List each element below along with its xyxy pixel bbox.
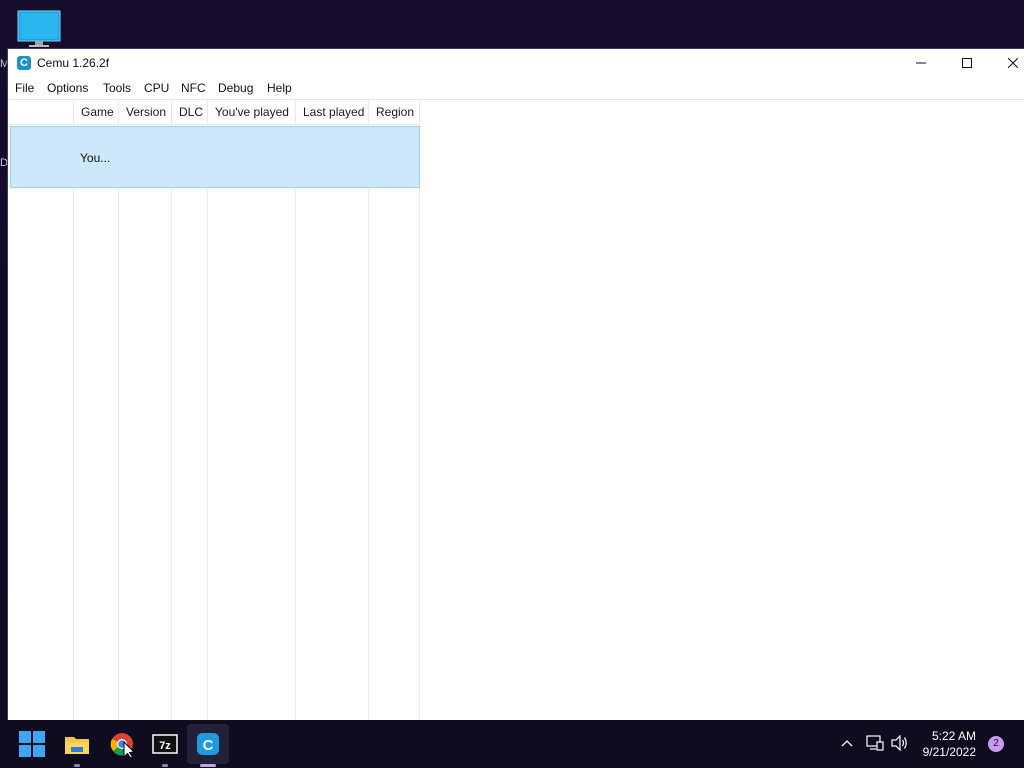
desktop-edge-text: M: [0, 58, 8, 70]
maximize-button[interactable]: [944, 49, 990, 77]
column-divider: [207, 124, 208, 720]
clock-time: 5:22 AM: [931, 729, 976, 743]
network-icon[interactable]: [866, 734, 884, 752]
menu-tools[interactable]: Tools: [103, 81, 131, 95]
game-title-cell: You...: [80, 151, 111, 165]
7zip-icon[interactable]: 7z: [151, 730, 179, 758]
cemu-app-icon: C: [17, 56, 31, 70]
maximize-icon: [962, 58, 972, 68]
column-header-region[interactable]: Region: [369, 100, 420, 124]
notification-badge[interactable]: 2: [988, 736, 1004, 752]
column-divider: [419, 124, 420, 720]
taskbar: 7z C 5:22 AM 9/21/2022: [0, 720, 1024, 768]
column-header-game[interactable]: Game: [74, 100, 119, 124]
column-header-version[interactable]: Version: [119, 100, 172, 124]
cemu-window: C Cemu 1.26.2f File Options Tools CPU NF…: [8, 49, 1024, 720]
game-row-selected[interactable]: You...: [10, 126, 420, 188]
desktop-edge-text-2: D: [0, 157, 8, 169]
column-header-icon[interactable]: [10, 100, 74, 124]
file-explorer-running-indicator: [74, 764, 80, 767]
column-header-last-played[interactable]: Last played: [296, 100, 369, 124]
column-divider: [368, 124, 369, 720]
menu-bar: File Options Tools CPU NFC Debug Help: [8, 77, 1024, 100]
close-button[interactable]: [990, 49, 1024, 77]
game-list-header: Game Version DLC You've played Last play…: [10, 100, 420, 125]
start-icon[interactable]: [19, 731, 45, 757]
column-divider: [171, 124, 172, 720]
column-divider: [73, 124, 74, 720]
cemu-icon[interactable]: C: [194, 730, 222, 758]
menu-file[interactable]: File: [15, 81, 34, 95]
game-list[interactable]: Game Version DLC You've played Last play…: [10, 100, 1024, 720]
column-divider: [295, 124, 296, 720]
chrome-icon[interactable]: [108, 730, 136, 758]
svg-text:C: C: [203, 737, 214, 754]
chevron-up-icon[interactable]: [841, 738, 853, 748]
menu-options[interactable]: Options: [47, 81, 88, 95]
menu-debug[interactable]: Debug: [218, 81, 253, 95]
this-pc-desktop-icon[interactable]: [17, 10, 61, 48]
file-explorer-icon[interactable]: [63, 730, 91, 758]
clock-date: 9/21/2022: [922, 745, 976, 759]
system-clock[interactable]: 5:22 AM 9/21/2022: [896, 728, 976, 760]
menu-nfc[interactable]: NFC: [181, 81, 206, 95]
close-icon: [1008, 58, 1018, 68]
minimize-button[interactable]: [898, 49, 944, 77]
title-bar[interactable]: C Cemu 1.26.2f: [8, 49, 1024, 77]
column-header-dlc[interactable]: DLC: [172, 100, 208, 124]
minimize-icon: [916, 62, 926, 64]
7zip-running-indicator: [162, 764, 168, 767]
menu-cpu[interactable]: CPU: [144, 81, 169, 95]
menu-help[interactable]: Help: [267, 81, 292, 95]
column-divider: [118, 124, 119, 720]
cemu-active-indicator: [200, 764, 216, 767]
svg-text:7z: 7z: [159, 740, 171, 752]
window-title: Cemu 1.26.2f: [37, 56, 110, 70]
column-header-youve-played[interactable]: You've played: [208, 100, 296, 124]
